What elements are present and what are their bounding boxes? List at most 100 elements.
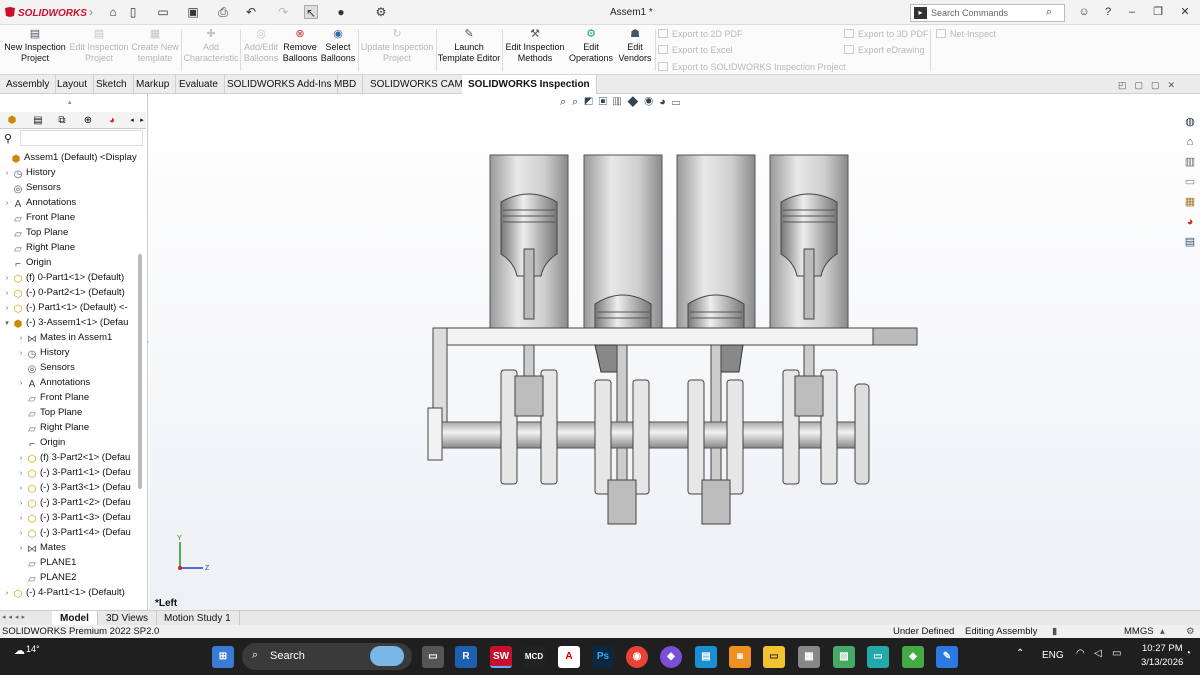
home-icon[interactable]: ⌂ <box>1182 134 1198 150</box>
options-gear-icon[interactable]: ⚙ <box>374 5 388 19</box>
tree-filter-input[interactable] <box>20 130 143 146</box>
units-selector[interactable]: MMGS <box>1124 625 1154 638</box>
remove-balloons-button[interactable]: ⊗ Remove Balloons <box>282 25 318 75</box>
expand-arrow-icon[interactable]: › <box>2 196 12 210</box>
tree-item[interactable]: › ◷ History <box>0 165 140 180</box>
net-inspect-button[interactable]: Net-Inspect <box>936 29 996 39</box>
viewport-window-controls[interactable]: ◰▢▢✕ <box>1118 80 1183 91</box>
copilot-icon[interactable]: ◆ <box>660 646 682 668</box>
expand-arrow-icon[interactable]: › <box>2 166 12 180</box>
rebuild-indicator-icon[interactable]: ▮ <box>1052 625 1057 638</box>
new-document-icon[interactable]: ▯ <box>126 5 140 19</box>
photoshop-icon[interactable]: Ps <box>592 646 614 668</box>
battery-icon[interactable]: ▭ <box>1112 648 1121 659</box>
expand-arrow-icon[interactable]: › <box>2 286 12 300</box>
tree-item[interactable]: › ⬡ (-) 3-Part1<2> (Defau <box>0 495 140 510</box>
close-icon[interactable]: ✕ <box>1177 4 1193 20</box>
tree-item[interactable]: › ⬡ (-) 3-Part3<1> (Defau <box>0 480 140 495</box>
new-inspection-project-button[interactable]: ▤ New Inspection Project <box>2 25 68 75</box>
task-view-icon[interactable]: ▭ <box>422 646 444 668</box>
export-excel-button[interactable]: Export to Excel <box>658 45 733 55</box>
home-icon[interactable]: ⌂ <box>106 5 120 19</box>
edit-operations-button[interactable]: ⚙ Edit Operations <box>567 25 615 75</box>
undo-icon[interactable]: ↶ <box>244 5 258 19</box>
remote-desktop-icon[interactable]: ▭ <box>867 646 889 668</box>
tab-model[interactable]: Model <box>52 611 98 626</box>
print-icon[interactable]: ⎙ <box>216 5 230 19</box>
launch-template-editor-button[interactable]: ✎ Launch Template Editor <box>437 25 501 75</box>
collapse-panel-icon[interactable]: ▴ <box>68 98 72 106</box>
tree-item[interactable]: ⌐ Origin <box>0 435 140 450</box>
restore-icon[interactable]: ❐ <box>1150 4 1166 20</box>
search-scope-icon[interactable]: ▸ <box>914 7 927 19</box>
file-explorer-icon[interactable]: ▭ <box>1182 174 1198 190</box>
expand-arrow-icon[interactable]: › <box>16 331 26 345</box>
appearances-icon[interactable]: ◕ <box>1182 214 1198 230</box>
heads-up-view-toolbar[interactable]: ⌕⌕◩▣▥◆◉◕▭ <box>560 96 686 109</box>
weather-temp[interactable]: 14° <box>26 644 40 654</box>
tray-overflow-icon[interactable]: ⌃ <box>1016 648 1024 659</box>
solidworks-resources-icon[interactable]: ◍ <box>1182 114 1198 130</box>
taskbar-search[interactable]: ⌕ Search <box>242 643 412 670</box>
expand-arrow-icon[interactable]: › <box>2 301 12 315</box>
help-icon[interactable]: ? <box>1100 4 1116 20</box>
photos-icon[interactable]: ▨ <box>833 646 855 668</box>
tree-item[interactable]: › A Annotations <box>0 375 140 390</box>
engine-model[interactable]: Y Z <box>149 94 1200 610</box>
update-inspection-project-button[interactable]: ↻ Update Inspection Project <box>359 25 435 75</box>
expand-arrow-icon[interactable]: › <box>84 5 98 19</box>
add-characteristic-button[interactable]: ✚ Add Characteristic <box>183 25 239 75</box>
tab-3d-views[interactable]: 3D Views <box>98 611 158 626</box>
expand-arrow-icon[interactable]: › <box>16 526 26 540</box>
solidworks-taskbar-icon[interactable]: SW <box>490 646 512 668</box>
collapse-arrow-icon[interactable]: ▾ <box>2 316 12 330</box>
file-explorer-taskbar-icon[interactable]: ▭ <box>763 646 785 668</box>
tab-markup[interactable]: Markup <box>130 75 177 94</box>
search-input[interactable]: Search Commands <box>931 8 1008 18</box>
expand-arrow-icon[interactable]: › <box>16 496 26 510</box>
chrome-icon[interactable]: ◉ <box>626 646 648 668</box>
expand-arrow-icon[interactable]: › <box>16 466 26 480</box>
select-balloons-button[interactable]: ◉ Select Balloons <box>320 25 356 75</box>
export-2d-pdf-button[interactable]: Export to 2D PDF <box>658 29 743 39</box>
tab-solidworks-add-ins[interactable]: SOLIDWORKS Add-Ins <box>221 75 339 94</box>
tree-item[interactable]: ▱ Front Plane <box>0 210 140 225</box>
tree-item[interactable]: ⌐ Origin <box>0 255 140 270</box>
tree-item[interactable]: › ⬡ (f) 3-Part2<1> (Defau <box>0 450 140 465</box>
tree-item[interactable]: ◎ Sensors <box>0 180 140 195</box>
clock-time[interactable]: 10:27 PM <box>1142 643 1183 654</box>
filter-icon[interactable]: ⚲ <box>4 132 12 145</box>
expand-arrow-icon[interactable]: › <box>16 511 26 525</box>
tree-item[interactable]: ▱ Front Plane <box>0 390 140 405</box>
calculator-icon[interactable]: ▦ <box>798 646 820 668</box>
export-inspection-project-button[interactable]: Export to SOLIDWORKS Inspection Project <box>658 62 846 72</box>
tree-item[interactable]: › ⬡ (-) 3-Part1<4> (Defau <box>0 525 140 540</box>
tree-item[interactable]: › ⬡ (-) 4-Part1<1> (Default) <box>0 585 140 600</box>
solidworks-logo[interactable]: SOLIDWORKS <box>4 6 87 19</box>
expand-arrow-icon[interactable]: › <box>16 541 26 555</box>
tree-item[interactable]: ▱ Top Plane <box>0 405 140 420</box>
tree-item[interactable]: › ⬡ (f) 0-Part1<1> (Default) <box>0 270 140 285</box>
tab-mbd[interactable]: MBD <box>328 75 364 94</box>
tree-item[interactable]: › ⬡ (-) 3-Part1<1> (Defau <box>0 465 140 480</box>
minimize-icon[interactable]: – <box>1124 4 1140 20</box>
tree-item[interactable]: › ⋈ Mates in Assem1 <box>0 330 140 345</box>
expand-arrow-icon[interactable]: › <box>2 586 12 600</box>
tab-evaluate[interactable]: Evaluate <box>173 75 225 94</box>
expand-arrow-icon[interactable]: › <box>2 271 12 285</box>
tree-item[interactable]: ▱ Right Plane <box>0 420 140 435</box>
add-edit-balloons-button[interactable]: ◎ Add/Edit Balloons <box>242 25 280 75</box>
tree-item[interactable]: › ⬡ (-) Part1<1> (Default) <- <box>0 300 140 315</box>
tree-item[interactable]: ▱ PLANE2 <box>0 570 140 585</box>
open-folder-icon[interactable]: ▭ <box>156 5 170 19</box>
tab-solidworks-cam[interactable]: SOLIDWORKS CAM <box>364 75 470 94</box>
tree-item[interactable]: › A Annotations <box>0 195 140 210</box>
expand-arrow-icon[interactable]: › <box>16 376 26 390</box>
expand-arrow-icon[interactable]: › <box>16 346 26 360</box>
weather-icon[interactable]: ☁ <box>14 644 25 657</box>
expand-arrow-icon[interactable]: › <box>16 481 26 495</box>
tab-solidworks-inspection[interactable]: SOLIDWORKS Inspection <box>462 75 597 94</box>
draw-app-icon[interactable]: ✎ <box>936 646 958 668</box>
wifi-icon[interactable]: ◠ <box>1076 648 1085 659</box>
tab-motion-study-1[interactable]: Motion Study 1 <box>156 611 240 626</box>
